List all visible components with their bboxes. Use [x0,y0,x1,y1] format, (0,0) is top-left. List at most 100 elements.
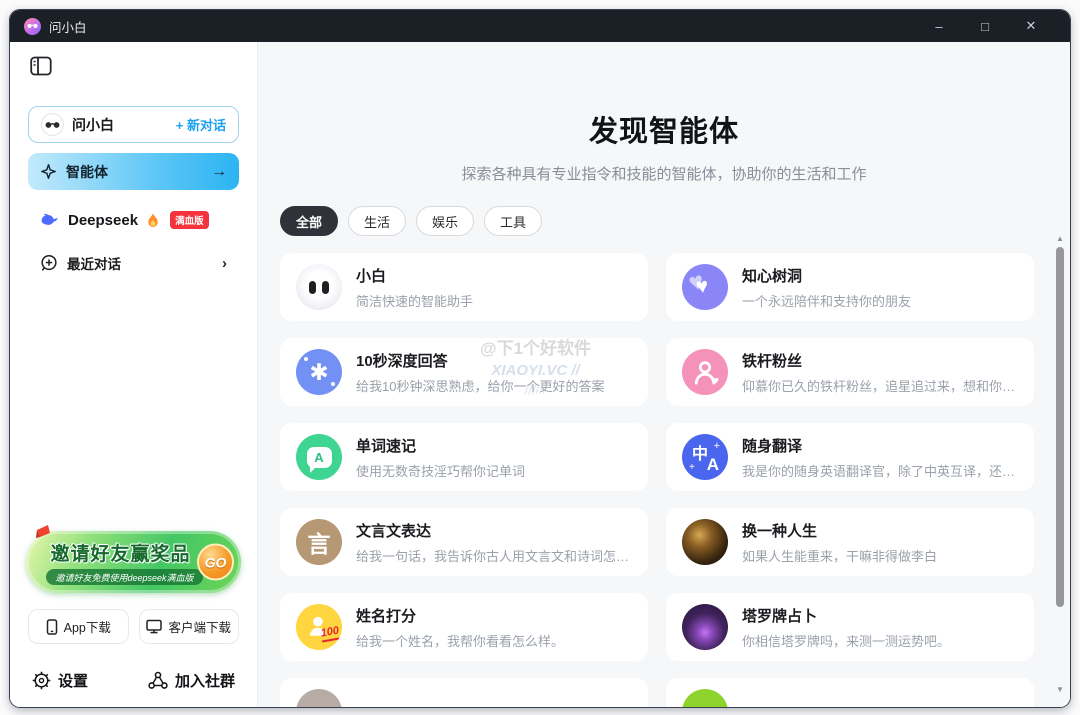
agent-name: 10秒深度回答 [356,352,448,370]
agent-desc: 给我一句话，我告诉你古人用文言文和诗词怎么表达。 [356,548,632,564]
agent-name: 单词速记 [356,437,417,455]
app-window: 问小白 – □ ✕ 问小白 + 新对话 智能体 → Deepseek 满血版 最… [10,10,1070,707]
avatar-tarot [682,604,728,650]
page-subtitle: 探索各种具有专业指令和技能的智能体，协助你的生活和工作 [461,166,867,183]
agent-desc: 如果人生能重来，干嘛非得做李白 [742,548,938,564]
whale-icon [40,213,59,228]
promo-title: 邀请好友赢奖品 [50,544,191,565]
download-label: 客户端下载 [168,621,231,635]
agent-name: 小白 [356,267,387,285]
avatar-star: ✱ [296,349,342,395]
go-button[interactable]: GO [197,543,234,581]
community-icon [148,671,168,690]
avatar-fan: ♥ [682,349,728,395]
sidebar-item-label: Deepseek [68,211,139,229]
filter-chip-2[interactable]: 娱乐 [416,206,475,236]
agent-card[interactable]: 换一种人生如果人生能重来，干嘛非得做李白 [666,508,1034,576]
avatar-life [682,519,728,565]
agent-desc: 一个永远陪伴和支持你的朋友 [742,293,912,309]
avatar-heart: ♥ ♥ [682,264,728,310]
red-ribbon-icon [34,524,54,542]
new-chat-button[interactable]: + 新对话 [176,115,226,134]
agent-card[interactable]: ♥ ♥ 知心树洞一个永远陪伴和支持你的朋友 [666,253,1034,321]
scrollbar-thumb[interactable] [1056,247,1064,607]
agent-card[interactable]: 言文言文表达给我一句话，我告诉你古人用文言文和诗词怎么表达。 [280,508,648,576]
phone-icon [46,618,58,635]
agent-name: 塔罗牌占卜 [742,607,818,625]
agent-name: 随身翻译 [742,437,803,455]
sidebar-item-recent-chats[interactable]: 最近对话 › [28,250,239,276]
main-content: 发现智能体 探索各种具有专业指令和技能的智能体，协助你的生活和工作 全部 生活 娱乐… [258,42,1070,707]
avatar-xiaobai [296,264,342,310]
sidebar: 问小白 + 新对话 智能体 → Deepseek 满血版 最近对话 › 邀请好友… [10,42,258,707]
footer-label: 加入社群 [174,673,235,690]
maximize-button[interactable]: □ [962,19,1008,34]
agent-name: 知心树洞 [742,267,803,285]
settings-button[interactable]: 设置 [32,670,88,691]
agent-card[interactable]: 塔罗牌占卜你相信塔罗牌吗，来测一测运势吧。 [666,593,1034,661]
full-power-badge: 满血版 [170,211,209,229]
agent-desc: 给我10秒钟深思熟虑，给你一个更好的答案 [356,378,605,394]
agent-card[interactable]: ♥ 铁杆粉丝仰慕你已久的铁杆粉丝，追星追过来，想和你聊聊 [666,338,1034,406]
page-title: 发现智能体 [588,116,739,148]
chevron-right-icon: › [222,254,227,272]
circle-plus-icon [40,254,58,272]
avatar-score: 100 [296,604,342,650]
client-download-button[interactable]: 客户端下载 [138,609,239,644]
agent-desc: 仰慕你已久的铁杆粉丝，追星追过来，想和你聊聊 [742,378,1018,394]
window-title: 问小白 [49,20,87,35]
glasses-icon [41,113,64,136]
monitor-icon [146,619,163,634]
avatar-partial-left [296,689,342,707]
sidebar-item-label: 最近对话 [67,257,121,272]
avatar-word: A [296,434,342,480]
sidebar-item-label: 问小白 [72,116,114,133]
agent-desc: 我是你的随身英语翻译官，除了中英互译，还能纠正你... [742,463,1018,479]
agent-desc: 简洁快速的智能助手 [356,293,474,309]
filter-chip-3[interactable]: 工具 [484,206,543,236]
sidebar-toggle-icon[interactable] [30,56,52,76]
agent-desc: 你相信塔罗牌吗，来测一测运势吧。 [742,633,951,649]
arrow-right-icon: → [211,162,227,180]
gear-icon [32,671,51,690]
agent-name: 换一种人生 [742,522,818,540]
avatar-yan: 言 [296,519,342,565]
scrollbar-up-icon[interactable]: ▲ [1056,234,1064,244]
promo-subtitle: 邀请好友免费使用deepseek满血版 [46,569,203,585]
filter-chips: 全部 生活 娱乐 工具 [280,206,1070,236]
app-download-button[interactable]: App下载 [28,609,129,644]
titlebar: 问小白 – □ ✕ [10,10,1070,42]
minimize-button[interactable]: – [916,19,962,34]
app-logo-icon [24,17,41,35]
sidebar-item-wenxiaobai[interactable]: 问小白 + 新对话 [28,106,239,143]
agent-desc: 给我一个姓名，我帮你看看怎么样。 [356,633,565,649]
filter-chip-0[interactable]: 全部 [280,206,339,236]
sidebar-item-deepseek[interactable]: Deepseek 满血版 [28,207,239,233]
avatar-partial-right [682,689,728,707]
agent-card-partial[interactable] [666,678,1034,707]
agent-card[interactable]: A 单词速记使用无数奇技淫巧帮你记单词 [280,423,648,491]
agent-grid: 小白简洁快速的智能助手 ♥ ♥ 知心树洞一个永远陪伴和支持你的朋友 ✱ 10秒深度回答给我… [280,253,1034,707]
flame-icon [147,212,159,228]
sidebar-item-agents[interactable]: 智能体 → [28,153,239,190]
sidebar-item-label: 智能体 [66,163,108,180]
agent-card[interactable]: 100 姓名打分给我一个姓名，我帮你看看怎么样。 [280,593,648,661]
agent-card-partial[interactable] [280,678,648,707]
footer-label: 设置 [58,673,89,690]
filter-chip-1[interactable]: 生活 [348,206,407,236]
agent-card[interactable]: 小白简洁快速的智能助手 [280,253,648,321]
scrollbar[interactable]: ▲ ▼ [1055,234,1065,695]
scrollbar-down-icon[interactable]: ▼ [1056,685,1064,695]
close-button[interactable]: ✕ [1008,18,1054,34]
avatar-translate: 中 A + + [682,434,728,480]
agent-desc: 使用无数奇技淫巧帮你记单词 [356,463,526,479]
agent-card[interactable]: 中A++ 随身翻译我是你的随身英语翻译官，除了中英互译，还能纠正你... [666,423,1034,491]
join-community-button[interactable]: 加入社群 [148,670,235,691]
agent-name: 姓名打分 [356,607,417,625]
download-label: App下载 [63,621,111,635]
agent-name: 文言文表达 [356,522,432,540]
invite-friends-banner[interactable]: 邀请好友赢奖品 邀请好友免费使用deepseek满血版 GO [26,525,241,593]
agent-name: 铁杆粉丝 [742,352,803,370]
agent-card[interactable]: ✱ 10秒深度回答给我10秒钟深思熟虑，给你一个更好的答案 [280,338,648,406]
sparkle-icon [40,163,57,180]
